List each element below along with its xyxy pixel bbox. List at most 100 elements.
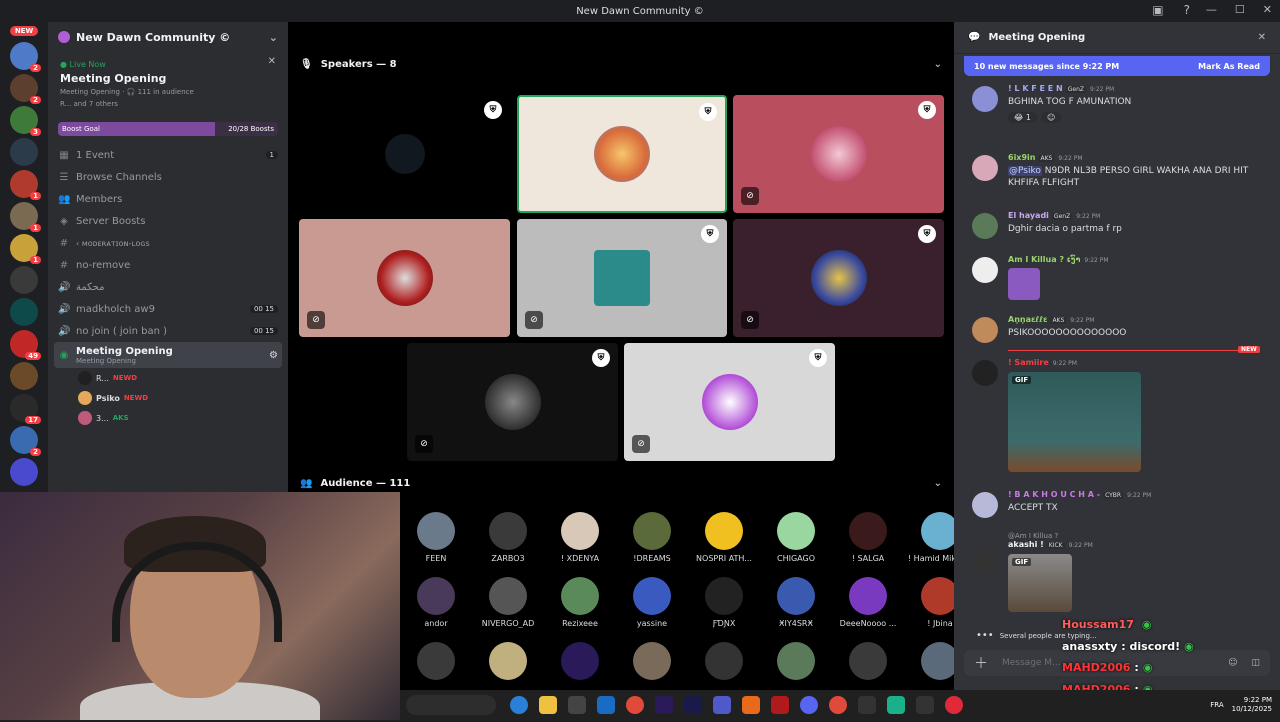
language-indicator[interactable]: FRA [1210, 701, 1223, 709]
discord-icon[interactable] [800, 696, 818, 714]
reply-reference[interactable]: @Am I Killua ? [1008, 532, 1268, 540]
chat-message[interactable]: 6ix9in AKS 9:22 PM @Psiko N9DR NL3B PERSO … [968, 153, 1268, 189]
voice-user[interactable]: Psiko NEWD [48, 388, 288, 408]
teams-icon[interactable] [713, 696, 731, 714]
chat-message[interactable]: @Am I Killua ? akashi ! KICK 9:22 PM GIF [968, 532, 1268, 612]
inbox-icon[interactable]: ▣ [1152, 3, 1163, 17]
server-icon[interactable] [10, 138, 38, 166]
chat-message[interactable]: Am I Killua ? ເງົາ 9:22 PM [968, 255, 1268, 300]
server-icon[interactable] [10, 362, 38, 390]
audience-member[interactable]: yassine [616, 577, 688, 628]
channel-voice[interactable]: 🔊 no join ( join ban ) 00 15 [48, 320, 288, 342]
guild-header[interactable]: New Dawn Community © ⌄ [48, 22, 288, 52]
audience-member[interactable]: NOSPRI ATH... [688, 512, 760, 563]
chat-message[interactable]: Aṇṇaɛℓℓɛ AKS 9:22 PM PSIKOOOOOOOOOOOOOO [968, 315, 1268, 343]
audience-member[interactable]: ! XDENYA [544, 512, 616, 563]
obs-icon[interactable] [945, 696, 963, 714]
mark-as-read-button[interactable]: Mark As Read [1198, 62, 1260, 71]
speaker-tile[interactable]: ⛨ ⊘ [733, 95, 944, 213]
new-messages-bar[interactable]: 10 new messages since 9:22 PM Mark As Re… [964, 56, 1270, 76]
chat-message[interactable]: ! Samiire 9:22 PM GIF [968, 358, 1268, 472]
close-icon[interactable]: ✕ [268, 56, 276, 67]
add-attachment-icon[interactable]: ＋ [974, 653, 988, 673]
server-icon[interactable] [10, 458, 38, 486]
minimize-button[interactable]: — [1206, 3, 1217, 16]
channel-voice[interactable]: 🔊 madkholch aw9 00 15 [48, 298, 288, 320]
chat-message[interactable]: El hayadi GenZ 9:22 PM Dghir dacia o partm… [968, 211, 1268, 239]
chrome-icon[interactable] [829, 696, 847, 714]
audience-member[interactable]: CHIGAGO [760, 512, 832, 563]
channel-events[interactable]: ▦ 1 Event 1 [48, 144, 288, 166]
channel-boosts[interactable]: ◈ Server Boosts [48, 210, 288, 232]
audience-member[interactable]: FEEN [400, 512, 472, 563]
edge-icon[interactable] [510, 696, 528, 714]
server-icon[interactable]: 1 [10, 170, 41, 200]
channel-no-remove[interactable]: # no-remove [48, 254, 288, 276]
add-reaction-icon[interactable]: ☺ [1040, 112, 1062, 124]
speakers-header[interactable]: 🎙 Speakers — 8 ⌄ [288, 22, 954, 80]
app-icon[interactable] [916, 696, 934, 714]
channel-voice[interactable]: 🔊 محكمة [48, 276, 288, 298]
audience-member[interactable] [400, 642, 472, 684]
audience-member[interactable] [760, 642, 832, 684]
app-icon[interactable] [887, 696, 905, 714]
vlc-icon[interactable] [742, 696, 760, 714]
premiere-icon[interactable] [655, 696, 673, 714]
audience-member[interactable]: ӾIY4SRӾ [760, 577, 832, 628]
audience-header[interactable]: 👥 Audience — 111 ⌄ [288, 473, 954, 493]
boost-goal-bar[interactable]: Boost Goal 20/28 Boosts [58, 122, 278, 136]
voice-user[interactable]: 3... AKS [48, 408, 288, 428]
server-icon[interactable]: 2 [10, 42, 41, 72]
maximize-button[interactable]: ☐ [1235, 3, 1245, 16]
outlook-icon[interactable] [597, 696, 615, 714]
help-icon[interactable]: ? [1184, 3, 1190, 17]
server-icon[interactable]: 2 [10, 74, 41, 104]
close-icon[interactable]: ✕ [1258, 32, 1266, 43]
channel-meeting-opening[interactable]: ◉ Meeting Opening Meeting Opening ⚙ [54, 342, 282, 368]
gif-attachment[interactable]: GIF [1008, 372, 1141, 472]
speaker-tile[interactable]: ⊘ [299, 219, 510, 337]
audience-member[interactable] [688, 642, 760, 684]
audience-member[interactable]: ! SALGA [832, 512, 904, 563]
audience-member[interactable] [544, 642, 616, 684]
server-icon[interactable] [10, 298, 38, 326]
app-icon[interactable] [858, 696, 876, 714]
speaker-tile[interactable]: ⛨ ⊘ [407, 343, 618, 461]
speaker-tile-active[interactable]: ⛨ [517, 95, 727, 213]
voice-user[interactable]: R... NEWD [48, 368, 288, 388]
server-icon[interactable]: 17 [10, 394, 41, 424]
server-icon[interactable]: 1 [10, 202, 41, 232]
server-icon[interactable]: 2 [10, 426, 41, 456]
channel-browse[interactable]: ☰ Browse Channels [48, 166, 288, 188]
clock[interactable]: 9:22 PM 10/12/2025 [1232, 696, 1272, 714]
taskbar-search[interactable] [406, 695, 496, 715]
server-icon[interactable]: 3 [10, 106, 41, 136]
live-stage-card[interactable]: ● Live Now Meeting Opening Meeting Openi… [54, 54, 282, 114]
audience-member[interactable]: DeeeNoooo ... [832, 577, 904, 628]
speaker-tile[interactable]: ⛨ ⊘ [517, 219, 727, 337]
channel-members[interactable]: 👥 Members [48, 188, 288, 210]
file-explorer-icon[interactable] [539, 696, 557, 714]
server-icon[interactable]: 49 [10, 330, 41, 360]
audience-member[interactable]: Rezixeee [544, 577, 616, 628]
chrome-icon[interactable] [626, 696, 644, 714]
message-input[interactable]: Message M... [1002, 658, 1061, 668]
after-effects-icon[interactable] [684, 696, 702, 714]
gif-attachment[interactable]: GIF [1008, 554, 1072, 612]
app-icon[interactable] [771, 696, 789, 714]
audience-member[interactable] [472, 642, 544, 684]
chat-message[interactable]: ! L K F E E N GenZ 9:22 PM BGHINA TOG F AM… [968, 84, 1268, 124]
audience-member[interactable]: !DREAMS [616, 512, 688, 563]
settings-icon[interactable]: ⚙ [269, 350, 278, 361]
server-icon[interactable]: 1 [10, 234, 41, 264]
speaker-tile[interactable]: ⛨ [299, 95, 510, 213]
audience-member[interactable]: ƑƊƝX [688, 577, 760, 628]
reaction-chip[interactable]: 😂 1 [1008, 112, 1037, 124]
audience-member[interactable] [832, 642, 904, 684]
speaker-tile[interactable]: ⛨ ⊘ [733, 219, 944, 337]
close-window-button[interactable]: ✕ [1263, 3, 1272, 16]
server-icon[interactable] [10, 266, 38, 294]
audience-member[interactable] [616, 642, 688, 684]
chat-message[interactable]: ! B A K H O U C H A - CYBR 9:22 PM ACCEPT … [968, 490, 1268, 518]
speaker-tile[interactable]: ⛨ ⊘ [624, 343, 835, 461]
